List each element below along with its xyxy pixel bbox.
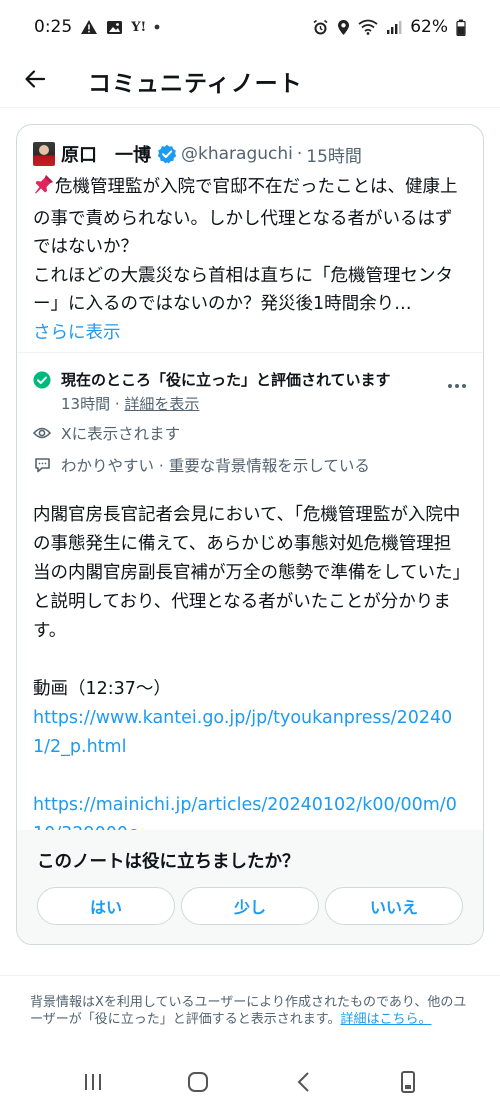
location-icon bbox=[337, 19, 350, 36]
signal-icon bbox=[386, 20, 402, 35]
author-handle[interactable]: @kharaguchi bbox=[181, 144, 293, 164]
notification-dot-icon bbox=[154, 24, 160, 30]
system-back-button[interactable] bbox=[273, 1057, 333, 1107]
show-details-link[interactable]: 詳細を表示 bbox=[124, 395, 199, 413]
check-circle-icon bbox=[33, 371, 51, 389]
video-label: 動画（12:37～） bbox=[33, 679, 171, 699]
footer-note: 背景情報はXを利用しているユーザーにより作成されたものであり、他のユーザーが「役… bbox=[30, 994, 470, 1028]
meta-separator: · bbox=[110, 395, 125, 413]
note-tags: わかりやすい · 重要な背景情報を示している bbox=[61, 457, 370, 475]
note-time: 13時間 bbox=[61, 395, 111, 413]
rating-question: このノートは役に立ちましたか？ bbox=[37, 852, 300, 872]
post-time[interactable]: 15時間 bbox=[306, 142, 362, 167]
source-link-kantei[interactable]: https://www.kantei.go.jp/jp/tyoukanpress… bbox=[33, 708, 452, 757]
note-meta: 13時間 · 詳細を表示 bbox=[61, 393, 467, 415]
comment-icon bbox=[33, 457, 51, 473]
rate-yes-button[interactable]: はい bbox=[37, 887, 175, 925]
note-body: 内閣官房長官記者会見において、「危機管理監が入院中の事態発生に備えて、あらかじめ… bbox=[33, 501, 467, 849]
note-status-row: 現在のところ「役に立った」と評価されています bbox=[33, 367, 467, 393]
avatar[interactable] bbox=[33, 142, 55, 166]
more-horizontal-icon bbox=[448, 384, 466, 388]
post-body-text: 危機管理監が入院で官邸不在だったことは、健康上の事で責められない。しかし代理とな… bbox=[33, 177, 458, 314]
note-paragraph: 内閣官房長官記者会見において、「危機管理監が入院中の事態発生に備えて、あらかじめ… bbox=[33, 505, 462, 641]
home-button[interactable] bbox=[168, 1057, 228, 1107]
rate-somewhat-button[interactable]: 少し bbox=[181, 887, 319, 925]
shown-on-x-text: Xに表示されます bbox=[61, 425, 181, 443]
battery-icon bbox=[456, 19, 466, 36]
pushpin-icon bbox=[33, 173, 55, 205]
recent-apps-button[interactable] bbox=[63, 1057, 123, 1107]
yahoo-icon: Y! bbox=[131, 19, 147, 35]
home-icon bbox=[187, 1071, 208, 1092]
quoted-post[interactable]: 原口 一博 @kharaguchi · 15時間 危機管理監が入院で官邸不在だっ… bbox=[17, 125, 483, 353]
page-title: コミュニティノート bbox=[88, 70, 303, 97]
accessibility-button[interactable] bbox=[378, 1057, 438, 1107]
wifi-icon bbox=[358, 19, 378, 35]
show-more-link[interactable]: さらに表示 bbox=[33, 319, 467, 348]
footer-divider bbox=[0, 975, 500, 976]
alarm-icon bbox=[312, 19, 329, 36]
note-status-text: 現在のところ「役に立った」と評価されています bbox=[61, 371, 391, 389]
app-header: コミュニティノート bbox=[0, 54, 500, 108]
verified-badge-icon bbox=[157, 144, 177, 164]
eye-icon bbox=[33, 426, 51, 440]
phone-rotate-icon bbox=[400, 1070, 415, 1093]
chevron-left-icon bbox=[297, 1071, 309, 1092]
rating-buttons: はい 少し いいえ bbox=[37, 887, 463, 925]
rating-panel: このノートは役に立ちましたか？ はい 少し いいえ bbox=[17, 830, 483, 944]
rate-no-button[interactable]: いいえ bbox=[325, 887, 463, 925]
more-options-button[interactable] bbox=[437, 373, 467, 399]
author-name[interactable]: 原口 一博 bbox=[61, 141, 151, 167]
battery-percent: 62% bbox=[410, 17, 448, 37]
arrow-left-icon bbox=[23, 67, 47, 95]
note-section: 現在のところ「役に立った」と評価されています 13時間 · 詳細を表示 Xに表示… bbox=[17, 353, 483, 849]
post-text: 危機管理監が入院で官邸不在だったことは、健康上の事で責められない。しかし代理とな… bbox=[33, 173, 467, 319]
community-note-card: 原口 一博 @kharaguchi · 15時間 危機管理監が入院で官邸不在だっ… bbox=[16, 124, 484, 945]
shown-on-x-row: Xに表示されます bbox=[33, 419, 467, 447]
separator-dot: · bbox=[296, 144, 303, 164]
image-icon bbox=[106, 20, 123, 35]
learn-more-link[interactable]: 詳細はこちら。 bbox=[340, 1012, 431, 1027]
system-nav-bar bbox=[0, 1052, 500, 1111]
status-bar: 0:25 Y! 62% bbox=[0, 0, 500, 54]
tags-row: わかりやすい · 重要な背景情報を示している bbox=[33, 451, 467, 479]
warning-icon bbox=[80, 19, 98, 35]
status-time: 0:25 bbox=[34, 17, 73, 37]
post-header: 原口 一博 @kharaguchi · 15時間 bbox=[33, 139, 467, 169]
recent-apps-icon bbox=[84, 1073, 101, 1090]
back-button[interactable] bbox=[0, 54, 70, 108]
